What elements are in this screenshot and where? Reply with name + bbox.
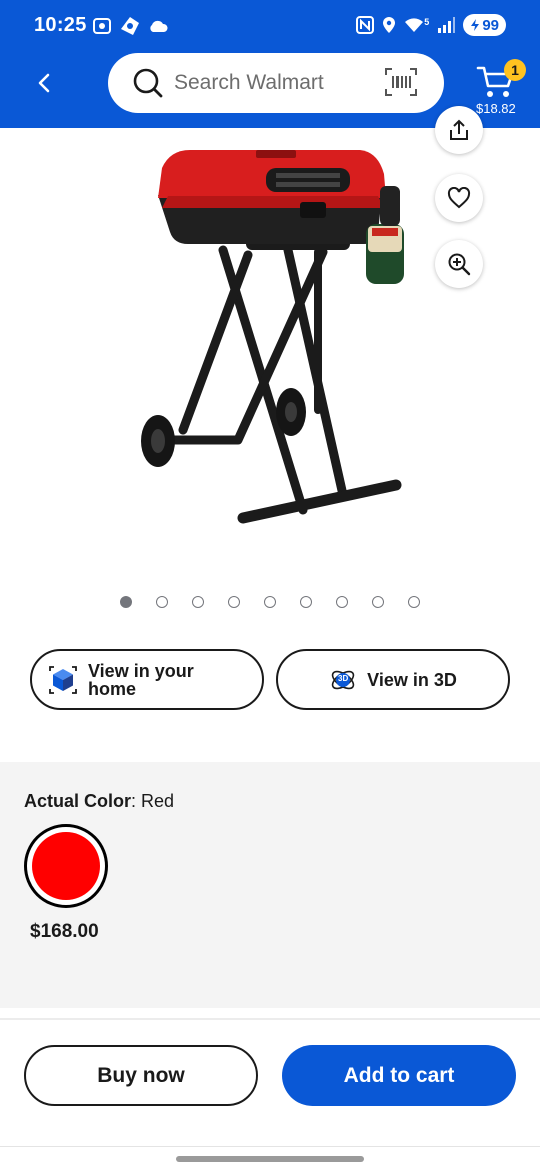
- color-swatch-red[interactable]: [24, 824, 108, 908]
- app-notification-icon: [121, 17, 139, 35]
- carousel-dot[interactable]: [264, 596, 276, 608]
- variant-title: Actual Color: Red: [24, 791, 175, 811]
- network-type: 5: [424, 17, 430, 27]
- ar-cube-icon: [49, 665, 77, 694]
- battery-saver-icon: [471, 19, 480, 31]
- portable-grill-image: [141, 150, 404, 524]
- chevron-left-icon: [38, 73, 50, 93]
- carousel-dots: [0, 596, 540, 610]
- view-in-home-button[interactable]: View in your home: [30, 649, 264, 710]
- 3d-view-icon: 3D: [329, 666, 357, 694]
- view-in-home-label: View in your home: [88, 660, 194, 699]
- status-bar: 10:25 5 99: [0, 0, 540, 52]
- bottom-separator: [0, 1146, 540, 1147]
- cloud-icon: [150, 20, 168, 32]
- nfc-icon: [356, 16, 375, 34]
- carousel-dot[interactable]: [120, 596, 132, 608]
- wifi-icon: 5: [404, 17, 429, 33]
- cart-total: $18.82: [476, 101, 516, 116]
- variant-label: Actual Color: [24, 791, 132, 811]
- add-to-cart-button[interactable]: Add to cart: [282, 1045, 516, 1106]
- variant-section: Actual Color: Red $168.00: [0, 762, 540, 1008]
- 3d-badge-text: 3D: [338, 673, 349, 683]
- carousel-dot[interactable]: [372, 596, 384, 608]
- location-icon: [383, 17, 396, 33]
- share-icon: [450, 119, 468, 140]
- search-icon: [133, 68, 163, 98]
- cart-button[interactable]: 1 $18.82: [472, 58, 528, 120]
- variant-value: Red: [141, 791, 175, 811]
- status-time: 10:25: [34, 14, 87, 36]
- view-in-3d-label: View in 3D: [367, 669, 457, 690]
- share-button[interactable]: [435, 106, 483, 154]
- variant-price: $168.00: [30, 921, 99, 942]
- signal-icon: [438, 17, 456, 33]
- battery-level: 99: [482, 16, 499, 34]
- buy-now-button[interactable]: Buy now: [24, 1045, 258, 1106]
- screenshot-icon: [93, 18, 111, 34]
- cart-count-badge: 1: [504, 59, 526, 81]
- search-input[interactable]: Search Walmart: [108, 53, 444, 113]
- back-button[interactable]: [26, 64, 62, 102]
- view-in-3d-button[interactable]: 3D View in 3D: [276, 649, 510, 710]
- search-placeholder: Search Walmart: [174, 71, 324, 94]
- carousel-dot[interactable]: [408, 596, 420, 608]
- carousel-dot[interactable]: [336, 596, 348, 608]
- system-status-icons: 5 99: [356, 14, 506, 36]
- carousel-dot[interactable]: [192, 596, 204, 608]
- zoom-in-icon: [448, 253, 471, 276]
- carousel-dot[interactable]: [300, 596, 312, 608]
- carousel-dot[interactable]: [156, 596, 168, 608]
- heart-icon: [447, 187, 471, 209]
- barcode-scan-icon[interactable]: [384, 67, 418, 97]
- product-image[interactable]: [128, 140, 418, 540]
- carousel-dot[interactable]: [228, 596, 240, 608]
- notification-icons: [92, 15, 168, 37]
- divider: [0, 1018, 540, 1020]
- zoom-button[interactable]: [435, 240, 483, 288]
- home-indicator[interactable]: [176, 1156, 364, 1162]
- battery-indicator: 99: [463, 14, 506, 36]
- favorite-button[interactable]: [435, 174, 483, 222]
- swatch-color: [32, 832, 100, 900]
